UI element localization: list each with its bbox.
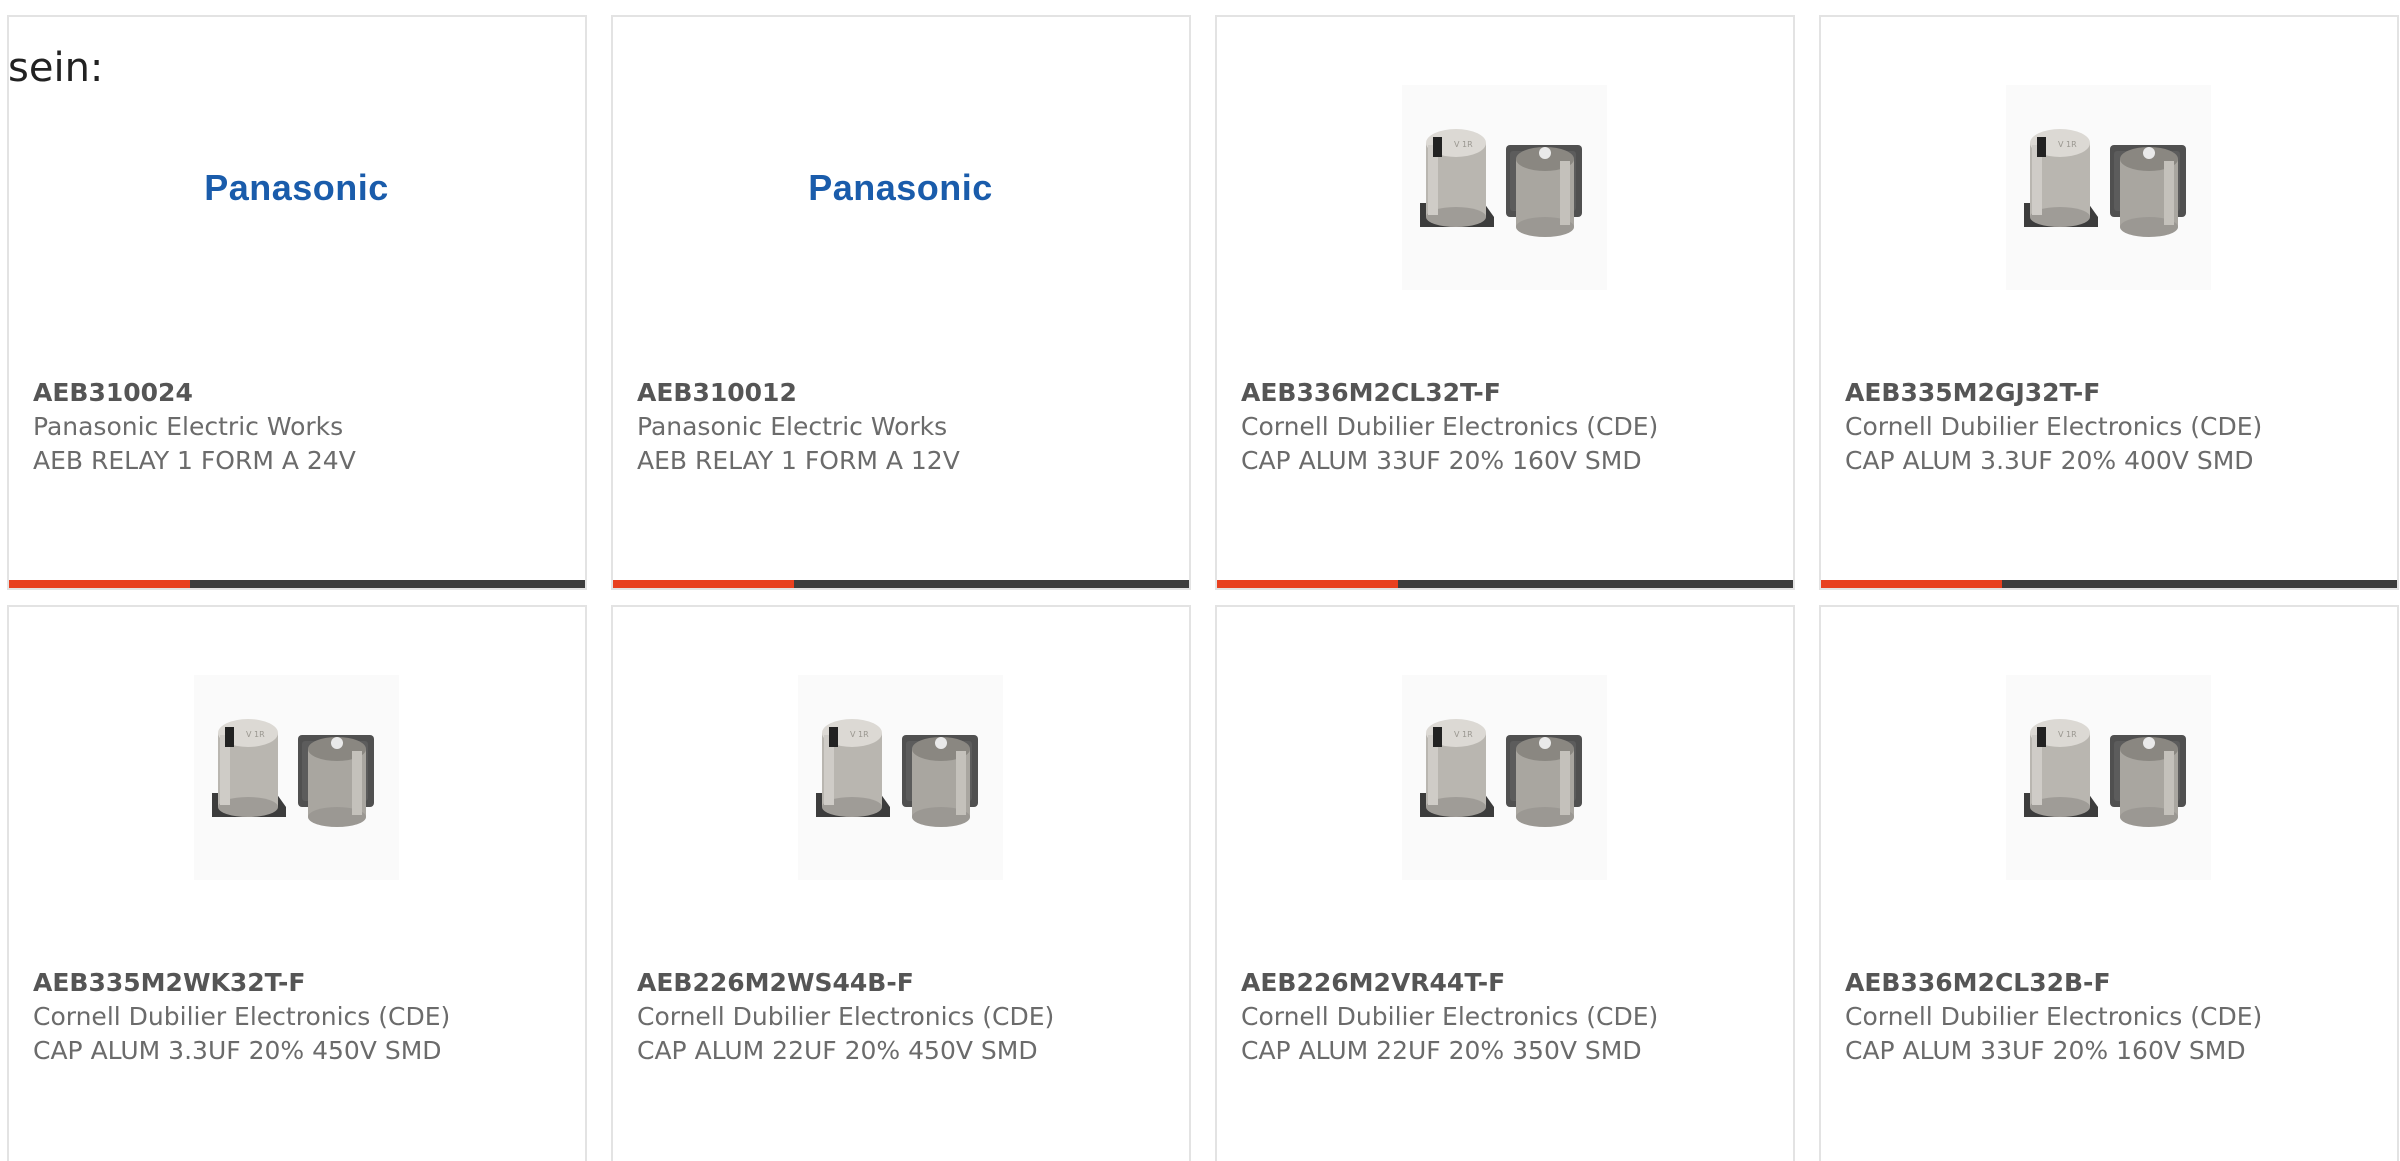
product-info: AEB336M2CL32B-F Cornell Dubilier Electron… — [1845, 965, 2381, 1068]
card-progress-bar — [613, 580, 1189, 588]
part-number[interactable]: AEB226M2WS44B-F — [637, 965, 1173, 1000]
product-info: AEB226M2WS44B-F Cornell Dubilier Electron… — [637, 965, 1173, 1068]
product-card[interactable]: V 1R AEB336M2CL32B-F Cornell Dubilier Ele… — [1819, 605, 2399, 1161]
product-description: CAP ALUM 22UF 20% 350V SMD — [1241, 1036, 1642, 1065]
capacitor-image: V 1R — [798, 675, 1003, 880]
product-card[interactable]: V 1R AEB335M2GJ32T-F Cornell Dubilier Ele… — [1819, 15, 2399, 590]
product-info: AEB310012 Panasonic Electric Works AEB REL… — [637, 375, 1173, 478]
capacitor-image: V 1R — [1402, 85, 1607, 290]
card-progress-bar — [1821, 580, 2397, 588]
manufacturer-name: Panasonic Electric Works — [33, 412, 344, 441]
svg-text:V 1R: V 1R — [1454, 140, 1473, 149]
logo-text: Panasonic — [204, 166, 389, 208]
product-card[interactable]: Panasonic AEB310024 Panasonic Electric Wor… — [7, 15, 587, 590]
part-number[interactable]: AEB336M2CL32B-F — [1845, 965, 2381, 1000]
svg-text:V 1R: V 1R — [2058, 730, 2077, 739]
product-card[interactable]: Panasonic AEB310012 Panasonic Electric Wor… — [611, 15, 1191, 590]
card-progress-fill — [1217, 580, 1399, 588]
product-description: AEB RELAY 1 FORM A 24V — [33, 446, 356, 475]
product-description: AEB RELAY 1 FORM A 12V — [637, 446, 960, 475]
card-progress-bar — [9, 580, 585, 588]
panasonic-logo: Panasonic — [194, 85, 399, 290]
product-info: AEB335M2WK32T-F Cornell Dubilier Electron… — [33, 965, 569, 1068]
product-grid-page: sein: Panasonic AEB310024 Panasonic Electr… — [0, 0, 2400, 1161]
card-progress-bar — [1217, 580, 1793, 588]
manufacturer-name: Cornell Dubilier Electronics (CDE) — [1845, 1002, 2263, 1031]
capacitor-image: V 1R — [1402, 675, 1607, 880]
manufacturer-name: Cornell Dubilier Electronics (CDE) — [1845, 412, 2263, 441]
product-grid: Panasonic AEB310024 Panasonic Electric Wor… — [7, 15, 2399, 1161]
part-number[interactable]: AEB335M2WK32T-F — [33, 965, 569, 1000]
product-info: AEB335M2GJ32T-F Cornell Dubilier Electron… — [1845, 375, 2381, 478]
manufacturer-name: Cornell Dubilier Electronics (CDE) — [1241, 1002, 1659, 1031]
svg-text:V 1R: V 1R — [2058, 140, 2077, 149]
capacitor-image: V 1R — [2006, 675, 2211, 880]
intro-text: sein: — [8, 45, 104, 91]
card-progress-fill — [9, 580, 191, 588]
part-number[interactable]: AEB335M2GJ32T-F — [1845, 375, 2381, 410]
product-info: AEB310024 Panasonic Electric Works AEB REL… — [33, 375, 569, 478]
part-number[interactable]: AEB336M2CL32T-F — [1241, 375, 1777, 410]
product-card[interactable]: V 1R AEB336M2CL32T-F Cornell Dubilier Ele… — [1215, 15, 1795, 590]
product-card[interactable]: V 1R AEB226M2VR44T-F Cornell Dubilier Ele… — [1215, 605, 1795, 1161]
capacitor-image: V 1R — [194, 675, 399, 880]
panasonic-logo: Panasonic — [798, 85, 1003, 290]
capacitor-image: V 1R — [2006, 85, 2211, 290]
svg-text:V 1R: V 1R — [1454, 730, 1473, 739]
part-number[interactable]: AEB310024 — [33, 375, 569, 410]
product-card[interactable]: V 1R AEB335M2WK32T-F Cornell Dubilier Ele… — [7, 605, 587, 1161]
manufacturer-name: Panasonic Electric Works — [637, 412, 948, 441]
product-description: CAP ALUM 33UF 20% 160V SMD — [1845, 1036, 2246, 1065]
card-progress-fill — [1821, 580, 2003, 588]
product-description: CAP ALUM 33UF 20% 160V SMD — [1241, 446, 1642, 475]
manufacturer-name: Cornell Dubilier Electronics (CDE) — [1241, 412, 1659, 441]
svg-text:V 1R: V 1R — [850, 730, 869, 739]
manufacturer-name: Cornell Dubilier Electronics (CDE) — [637, 1002, 1055, 1031]
part-number[interactable]: AEB310012 — [637, 375, 1173, 410]
product-description: CAP ALUM 22UF 20% 450V SMD — [637, 1036, 1038, 1065]
logo-text: Panasonic — [808, 166, 993, 208]
svg-text:V 1R: V 1R — [246, 730, 265, 739]
product-description: CAP ALUM 3.3UF 20% 450V SMD — [33, 1036, 442, 1065]
manufacturer-name: Cornell Dubilier Electronics (CDE) — [33, 1002, 451, 1031]
product-info: AEB336M2CL32T-F Cornell Dubilier Electron… — [1241, 375, 1777, 478]
part-number[interactable]: AEB226M2VR44T-F — [1241, 965, 1777, 1000]
product-card[interactable]: V 1R AEB226M2WS44B-F Cornell Dubilier Ele… — [611, 605, 1191, 1161]
card-progress-fill — [613, 580, 795, 588]
product-info: AEB226M2VR44T-F Cornell Dubilier Electron… — [1241, 965, 1777, 1068]
product-description: CAP ALUM 3.3UF 20% 400V SMD — [1845, 446, 2254, 475]
